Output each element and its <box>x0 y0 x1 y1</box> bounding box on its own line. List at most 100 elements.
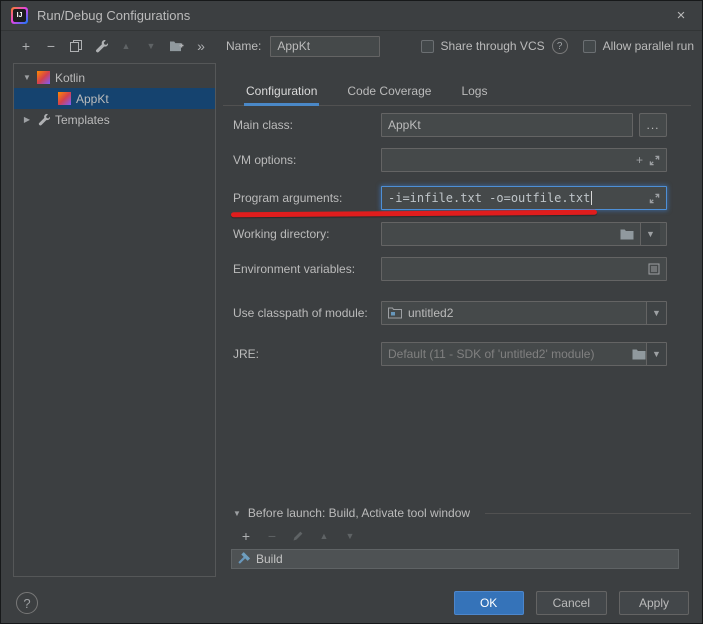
browse-folder-icon[interactable] <box>620 229 634 240</box>
separator-line <box>485 513 691 514</box>
before-launch-header: ▼ Before launch: Build, Activate tool wi… <box>233 503 691 523</box>
before-launch-collapse-icon[interactable]: ▼ <box>233 509 241 518</box>
add-configuration-button[interactable]: + <box>15 35 37 57</box>
configurations-toolbar: + − ▲ ▼ » Name: AppKt Share through VCS … <box>15 32 694 60</box>
text-cursor <box>591 191 592 205</box>
copy-configuration-button[interactable] <box>65 35 87 57</box>
main-class-label: Main class: <box>233 113 293 137</box>
before-launch-remove-button[interactable]: − <box>261 525 283 547</box>
chevron-more-icon: » <box>197 38 205 54</box>
move-up-icon: ▲ <box>122 41 131 51</box>
main-class-input[interactable]: AppKt <box>381 113 633 137</box>
configuration-panel: Configuration Code Coverage Logs Main cl… <box>223 63 691 577</box>
move-down-icon: ▼ <box>147 41 156 51</box>
main-class-row: Main class: AppKt ... <box>233 113 667 137</box>
jre-row: JRE: Default (11 - SDK of 'untitled2' mo… <box>233 342 667 366</box>
edit-templates-button[interactable] <box>90 35 112 57</box>
program-arguments-label: Program arguments: <box>233 186 342 210</box>
jre-select[interactable]: Default (11 - SDK of 'untitled2' module)… <box>381 342 667 366</box>
program-arguments-input[interactable]: -i=infile.txt -o=outfile.txt <box>381 186 667 210</box>
name-label: Name: <box>226 39 261 53</box>
dropdown-arrow-icon: ▼ <box>652 349 661 359</box>
working-directory-label: Working directory: <box>233 222 329 246</box>
pencil-icon <box>292 530 304 542</box>
jre-value: Default (11 - SDK of 'untitled2' module) <box>388 347 594 361</box>
configurations-tree: ▼ Kotlin AppKt ▶ Templates <box>13 63 216 577</box>
expand-field-icon[interactable] <box>649 193 660 204</box>
before-launch-move-down-button[interactable]: ▼ <box>339 525 361 547</box>
tree-item-label: Kotlin <box>55 71 85 85</box>
new-folder-icon <box>169 40 184 52</box>
allow-parallel-group: Allow parallel run <box>583 39 694 53</box>
build-hammer-icon <box>236 552 250 566</box>
environment-variables-input[interactable] <box>381 257 667 281</box>
environment-variables-label: Environment variables: <box>233 257 355 281</box>
program-arguments-row: Program arguments: -i=infile.txt -o=outf… <box>233 186 667 210</box>
before-launch-task-build[interactable]: Build <box>231 549 679 569</box>
before-launch-title: Before launch: Build, Activate tool wind… <box>248 506 470 520</box>
wrench-icon <box>94 39 108 53</box>
tree-item-label: Templates <box>55 113 110 127</box>
working-directory-dropdown-button[interactable]: ▼ <box>640 223 660 245</box>
edit-variables-icon[interactable] <box>648 263 660 275</box>
move-up-button[interactable]: ▲ <box>115 35 137 57</box>
before-launch-edit-button[interactable] <box>287 525 309 547</box>
footer-bar: ? OK Cancel Apply <box>1 590 689 616</box>
name-value: AppKt <box>277 39 310 53</box>
cancel-button[interactable]: Cancel <box>536 591 607 615</box>
tab-logs[interactable]: Logs <box>459 77 489 105</box>
tab-code-coverage[interactable]: Code Coverage <box>345 77 433 105</box>
jre-dropdown-button[interactable]: ▼ <box>646 343 666 365</box>
help-icon: ? <box>23 596 30 611</box>
allow-parallel-label: Allow parallel run <box>603 39 694 53</box>
before-launch-add-button[interactable]: + <box>235 525 257 547</box>
working-directory-row: Working directory: ▼ <box>233 222 667 246</box>
insert-macro-icon[interactable]: + <box>636 153 643 167</box>
apply-button[interactable]: Apply <box>619 591 689 615</box>
copy-icon <box>69 39 83 53</box>
move-down-button[interactable]: ▼ <box>140 35 162 57</box>
classpath-module-select[interactable]: untitled2 ▼ <box>381 301 667 325</box>
more-actions-button[interactable]: » <box>190 35 212 57</box>
expand-field-icon[interactable] <box>649 155 660 166</box>
classpath-module-label: Use classpath of module: <box>233 301 368 325</box>
move-up-icon: ▲ <box>320 531 329 541</box>
share-vcs-help-icon[interactable]: ? <box>552 38 568 54</box>
tree-item-appkt[interactable]: AppKt <box>14 88 215 109</box>
expand-toggle-icon[interactable]: ▼ <box>22 73 32 82</box>
ok-button[interactable]: OK <box>454 591 524 615</box>
browse-folder-icon[interactable] <box>632 349 646 360</box>
name-input[interactable]: AppKt <box>270 36 379 57</box>
classpath-module-value: untitled2 <box>408 306 453 320</box>
close-button[interactable]: × <box>670 5 692 27</box>
vm-options-label: VM options: <box>233 148 296 172</box>
collapse-toggle-icon[interactable]: ▶ <box>22 115 32 124</box>
run-debug-configurations-dialog: IJ Run/Debug Configurations × + − ▲ ▼ » … <box>0 0 703 624</box>
tree-item-templates[interactable]: ▶ Templates <box>14 109 215 130</box>
tree-item-kotlin[interactable]: ▼ Kotlin <box>14 67 215 88</box>
plus-icon: + <box>22 38 30 54</box>
create-folder-button[interactable] <box>165 35 187 57</box>
remove-configuration-button[interactable]: − <box>40 35 62 57</box>
dropdown-arrow-icon: ▼ <box>652 308 661 318</box>
before-launch-toolbar: + − ▲ ▼ <box>235 525 361 547</box>
allow-parallel-checkbox[interactable] <box>583 40 596 53</box>
working-directory-input[interactable]: ▼ <box>381 222 667 246</box>
dropdown-arrow-icon: ▼ <box>646 229 655 239</box>
share-vcs-checkbox[interactable] <box>421 40 434 53</box>
vm-options-row: VM options: + <box>233 148 667 172</box>
classpath-dropdown-button[interactable]: ▼ <box>646 302 666 324</box>
red-underline-annotation <box>231 210 597 218</box>
tab-bar: Configuration Code Coverage Logs <box>223 71 691 106</box>
before-launch-move-up-button[interactable]: ▲ <box>313 525 335 547</box>
vm-options-input[interactable]: + <box>381 148 667 172</box>
environment-variables-row: Environment variables: <box>233 257 667 281</box>
task-label: Build <box>256 552 283 566</box>
window-title: Run/Debug Configurations <box>37 8 190 23</box>
share-vcs-group: Share through VCS ? <box>421 38 568 54</box>
main-class-browse-button[interactable]: ... <box>639 113 667 137</box>
tab-configuration[interactable]: Configuration <box>244 77 319 105</box>
help-button[interactable]: ? <box>16 592 38 614</box>
tree-item-label: AppKt <box>76 92 109 106</box>
move-down-icon: ▼ <box>346 531 355 541</box>
